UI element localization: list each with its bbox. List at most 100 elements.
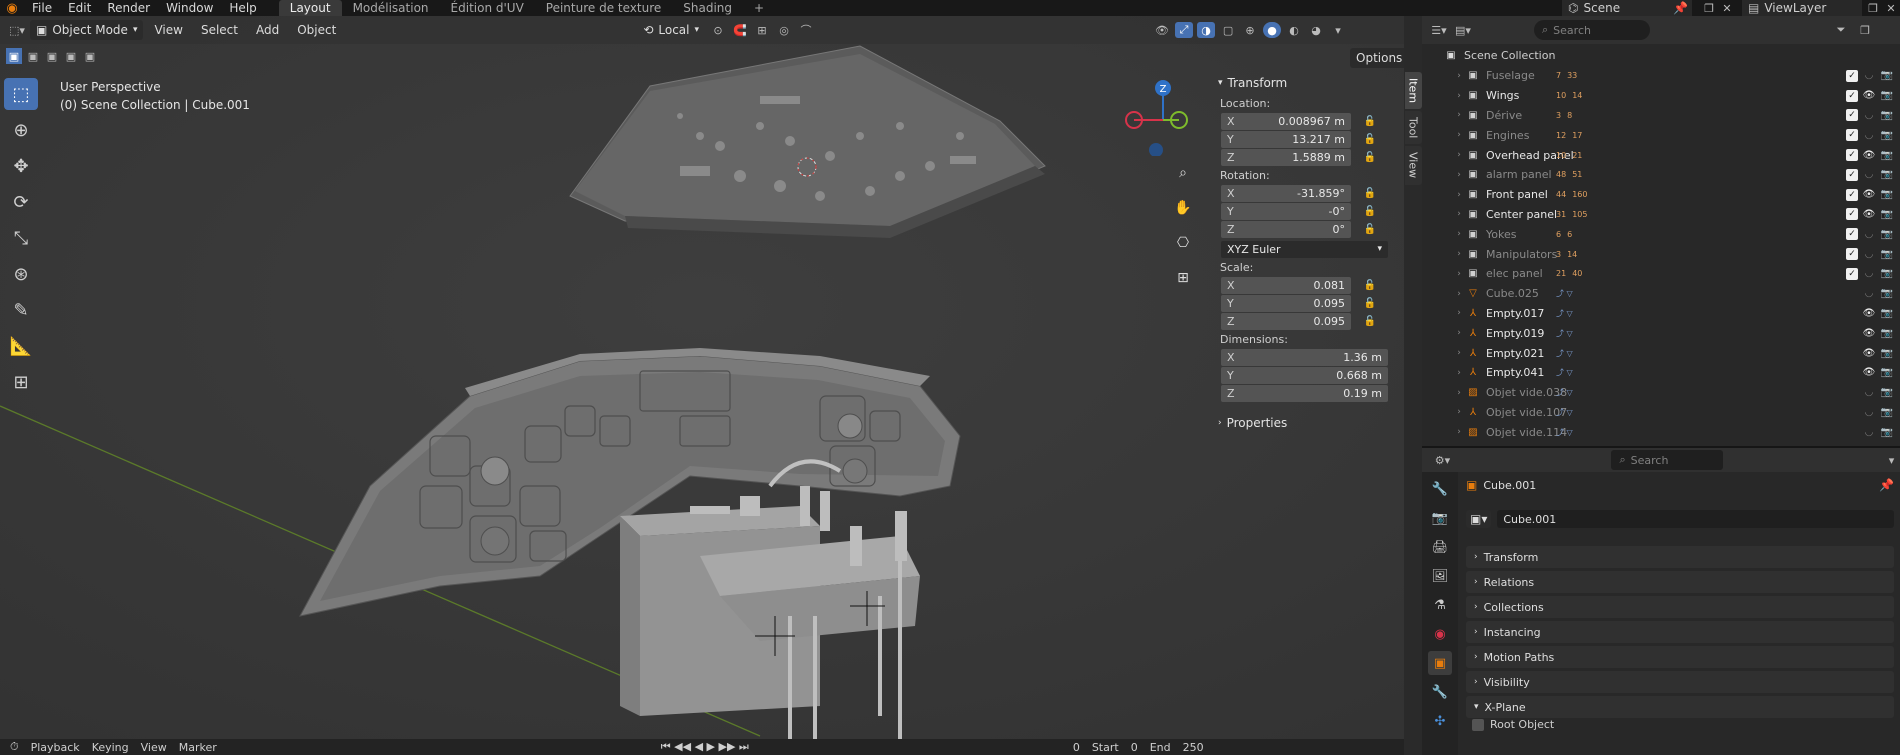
playback-controls[interactable]: ⏮ ◀◀ ◀ ▶ ▶▶ ⏭	[661, 740, 749, 754]
expand-arrow-icon[interactable]: ›	[1452, 368, 1466, 378]
exclude-checkbox[interactable]: ✓	[1846, 129, 1858, 142]
properties-panel-header[interactable]: › Properties	[1214, 412, 1392, 434]
material-shading-icon[interactable]: ◐	[1285, 22, 1303, 38]
eye-icon[interactable]: 👁	[1862, 367, 1876, 378]
rotation-z-field[interactable]: Z 0°	[1221, 220, 1351, 238]
exclude-checkbox[interactable]: ✓	[1846, 69, 1858, 82]
outliner-row-engines[interactable]: › ▣ Engines 12 17 ✓ ◡ 📷	[1422, 125, 1900, 145]
exclude-checkbox[interactable]: ✓	[1846, 168, 1858, 181]
camera-view-icon[interactable]: ⎔	[1170, 230, 1196, 256]
eye-closed-icon[interactable]: ◡	[1862, 288, 1876, 299]
exclude-checkbox[interactable]: ✓	[1846, 267, 1858, 280]
object-tab-icon[interactable]: ▣	[1428, 651, 1452, 675]
menu-add[interactable]: Add	[249, 23, 286, 37]
camera-icon[interactable]: 📷	[1880, 209, 1894, 220]
menu-render[interactable]: Render	[99, 0, 158, 16]
lock-icon[interactable]: 🔓	[1361, 152, 1379, 163]
new-collection-icon[interactable]: ❐	[1856, 22, 1874, 38]
tab-tool[interactable]: Tool	[1404, 111, 1422, 145]
dimensions-x-field[interactable]: X 1.36 m	[1221, 348, 1388, 366]
camera-icon[interactable]: 📷	[1880, 367, 1894, 378]
eye-icon[interactable]: 👁	[1862, 209, 1876, 220]
expand-arrow-icon[interactable]: ›	[1452, 308, 1466, 318]
outliner-row-fuselage[interactable]: › ▣ Fuselage 7 33 ✓ ◡ 📷	[1422, 66, 1900, 86]
scale-z-field[interactable]: Z 0.095	[1221, 312, 1351, 330]
camera-icon[interactable]: 📷	[1880, 268, 1894, 279]
expand-arrow-icon[interactable]: ›	[1452, 427, 1466, 437]
tab-edition-uv[interactable]: Édition d'UV	[440, 0, 535, 16]
camera-icon[interactable]: 📷	[1880, 130, 1894, 141]
menu-view[interactable]: View	[141, 741, 167, 754]
outliner-row-objet-vide-038[interactable]: › ▨ Objet vide.038 ⤴ ▽ ◡ 📷	[1422, 383, 1900, 403]
expand-arrow-icon[interactable]: ›	[1452, 91, 1466, 101]
menu-marker[interactable]: Marker	[179, 741, 217, 754]
filter-icon[interactable]: ⏷	[1832, 22, 1850, 38]
wireframe-shading-icon[interactable]: ⊕	[1241, 22, 1259, 38]
visibility-icon[interactable]: 👁	[1153, 22, 1171, 38]
outliner-row-alarm-panel[interactable]: › ▣ alarm panel 48 51 ✓ ◡ 📷	[1422, 165, 1900, 185]
camera-icon[interactable]: 📷	[1880, 70, 1894, 81]
camera-icon[interactable]: 📷	[1880, 288, 1894, 299]
section-relations[interactable]: › Relations	[1466, 571, 1894, 593]
scene-collection-row[interactable]: ▣ Scene Collection	[1422, 46, 1900, 66]
scale-icon[interactable]: ⤡	[4, 222, 38, 254]
expand-arrow-icon[interactable]: ›	[1452, 170, 1466, 180]
select-subtract-icon[interactable]: ▣	[44, 48, 60, 64]
menu-window[interactable]: Window	[158, 0, 221, 16]
outliner-row-objet-vide-114[interactable]: › ▨ Objet vide.114 ⤴ ▽ ◡ 📷	[1422, 422, 1900, 442]
select-extend-icon[interactable]: ▣	[25, 48, 41, 64]
menu-help[interactable]: Help	[221, 0, 264, 16]
solid-shading-icon[interactable]: ●	[1263, 22, 1282, 38]
camera-icon[interactable]: 📷	[1880, 189, 1894, 200]
section-transform[interactable]: › Transform	[1466, 546, 1894, 568]
current-frame-field[interactable]: 0	[1073, 741, 1080, 754]
tab-item[interactable]: Item	[1404, 72, 1422, 110]
eye-icon[interactable]: 👁	[1862, 328, 1876, 339]
camera-icon[interactable]: 📷	[1880, 110, 1894, 121]
expand-arrow-icon[interactable]: ›	[1452, 229, 1466, 239]
exclude-checkbox[interactable]: ✓	[1846, 89, 1858, 102]
outliner-row-empty-041[interactable]: › ⅄ Empty.041 ⤴ ▽ 👁 📷	[1422, 363, 1900, 383]
outliner-row-objet-vide-107[interactable]: › ⅄ Objet vide.107 ⤴ ▽ ◡ 📷	[1422, 403, 1900, 423]
outliner-row-center-panel[interactable]: › ▣ Center panel 31 105 ✓ 👁 📷	[1422, 205, 1900, 225]
timeline-icon[interactable]: ⏱	[10, 740, 19, 754]
view-layer-tab-icon[interactable]: 🖼	[1428, 564, 1452, 588]
expand-arrow-icon[interactable]: ›	[1452, 407, 1466, 417]
section-instancing[interactable]: › Instancing	[1466, 621, 1894, 643]
expand-arrow-icon[interactable]: ›	[1452, 71, 1466, 81]
eye-closed-icon[interactable]: ◡	[1862, 70, 1876, 81]
snap-target-icon[interactable]: ⊞	[753, 22, 771, 38]
select-new-icon[interactable]: ▣	[6, 48, 22, 64]
scene-selector[interactable]: ⌬ Scene 📌	[1562, 0, 1692, 16]
camera-icon[interactable]: 📷	[1880, 348, 1894, 359]
editor-type-icon[interactable]: ⚙▾	[1434, 452, 1451, 468]
editor-type-icon[interactable]: ⬚▾	[8, 22, 26, 38]
outliner-row-empty-017[interactable]: › ⅄ Empty.017 ⤴ ▽ 👁 📷	[1422, 304, 1900, 324]
physics-tab-icon[interactable]: ✣	[1428, 709, 1452, 733]
lock-icon[interactable]: 🔓	[1361, 206, 1379, 217]
expand-arrow-icon[interactable]: ›	[1452, 289, 1466, 299]
pin-icon[interactable]: 📌	[1673, 1, 1692, 15]
eye-closed-icon[interactable]: ◡	[1862, 249, 1876, 260]
expand-arrow-icon[interactable]: ›	[1452, 150, 1466, 160]
transform-icon[interactable]: ⊛	[4, 258, 38, 290]
blender-logo-icon[interactable]: ◉	[0, 0, 24, 16]
pan-hand-icon[interactable]: ✋	[1170, 195, 1196, 221]
xray-icon[interactable]: ▢	[1219, 22, 1237, 38]
object-browse-dropdown[interactable]: ▣▾	[1466, 510, 1492, 528]
scale-y-field[interactable]: Y 0.095	[1221, 294, 1351, 312]
section-visibility[interactable]: › Visibility	[1466, 671, 1894, 693]
add-cube-icon[interactable]: ⊞	[4, 366, 38, 398]
location-z-field[interactable]: Z 1.5889 m	[1221, 148, 1351, 166]
eye-icon[interactable]: 👁	[1862, 90, 1876, 101]
camera-icon[interactable]: 📷	[1880, 308, 1894, 319]
select-intersect-icon[interactable]: ▣	[82, 48, 98, 64]
camera-icon[interactable]: 📷	[1880, 427, 1894, 438]
scene-tab-icon[interactable]: ⚗	[1428, 593, 1452, 617]
outliner-row-elec-panel[interactable]: › ▣ elec panel 21 40 ✓ ◡ 📷	[1422, 264, 1900, 284]
eye-closed-icon[interactable]: ◡	[1862, 110, 1876, 121]
tab-peinture-texture[interactable]: Peinture de texture	[535, 0, 672, 16]
camera-icon[interactable]: 📷	[1880, 387, 1894, 398]
move-icon[interactable]: ✥	[4, 150, 38, 182]
outliner-row-empty-021[interactable]: › ⅄ Empty.021 ⤴ ▽ 👁 📷	[1422, 343, 1900, 363]
